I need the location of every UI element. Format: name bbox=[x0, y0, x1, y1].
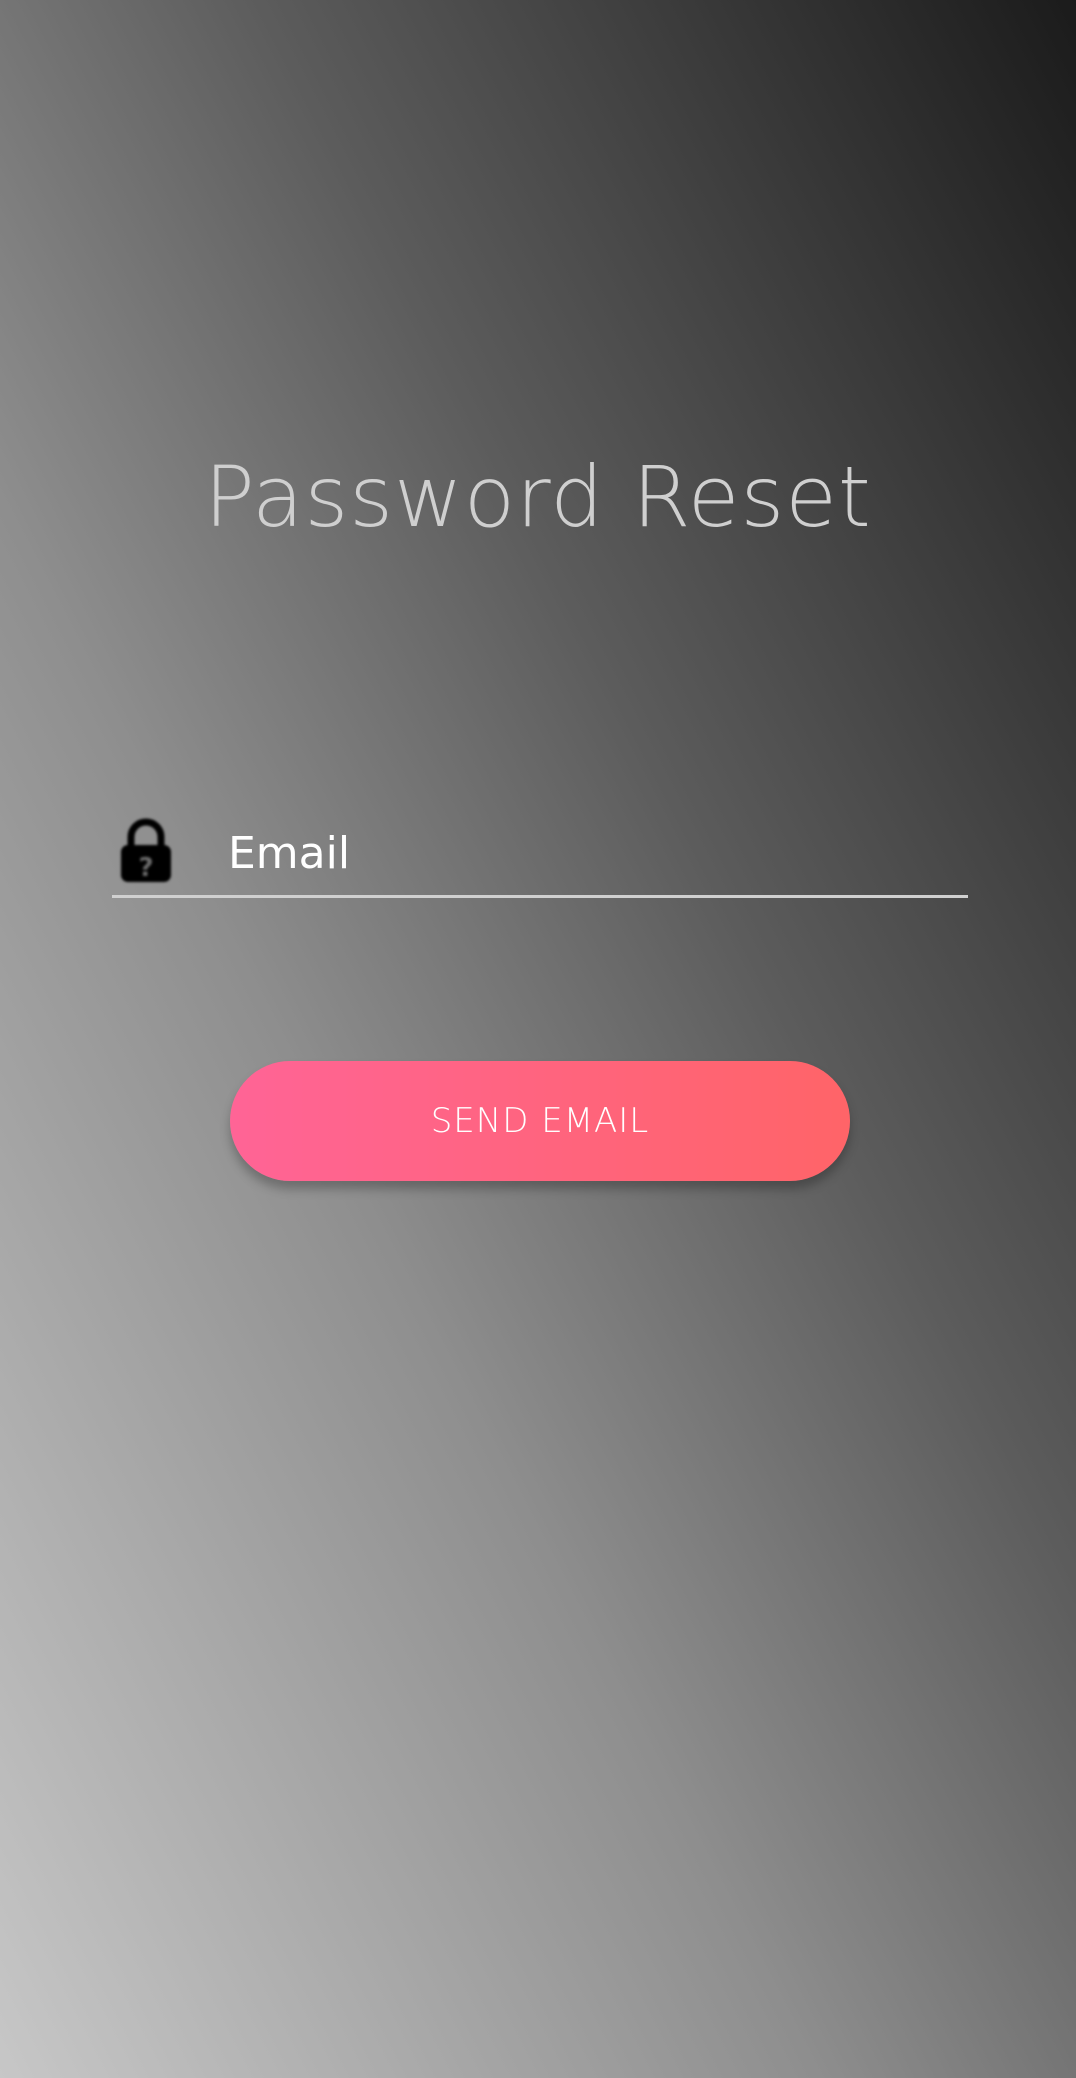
email-input[interactable] bbox=[228, 818, 948, 888]
email-field-row: ? bbox=[112, 810, 968, 898]
password-reset-screen: Password Reset ? SEND EMAIL bbox=[0, 0, 1076, 2078]
page-title: Password Reset bbox=[204, 448, 872, 546]
send-email-button[interactable]: SEND EMAIL bbox=[230, 1061, 850, 1181]
svg-text:?: ? bbox=[138, 853, 153, 883]
lock-question-icon: ? bbox=[121, 818, 171, 883]
